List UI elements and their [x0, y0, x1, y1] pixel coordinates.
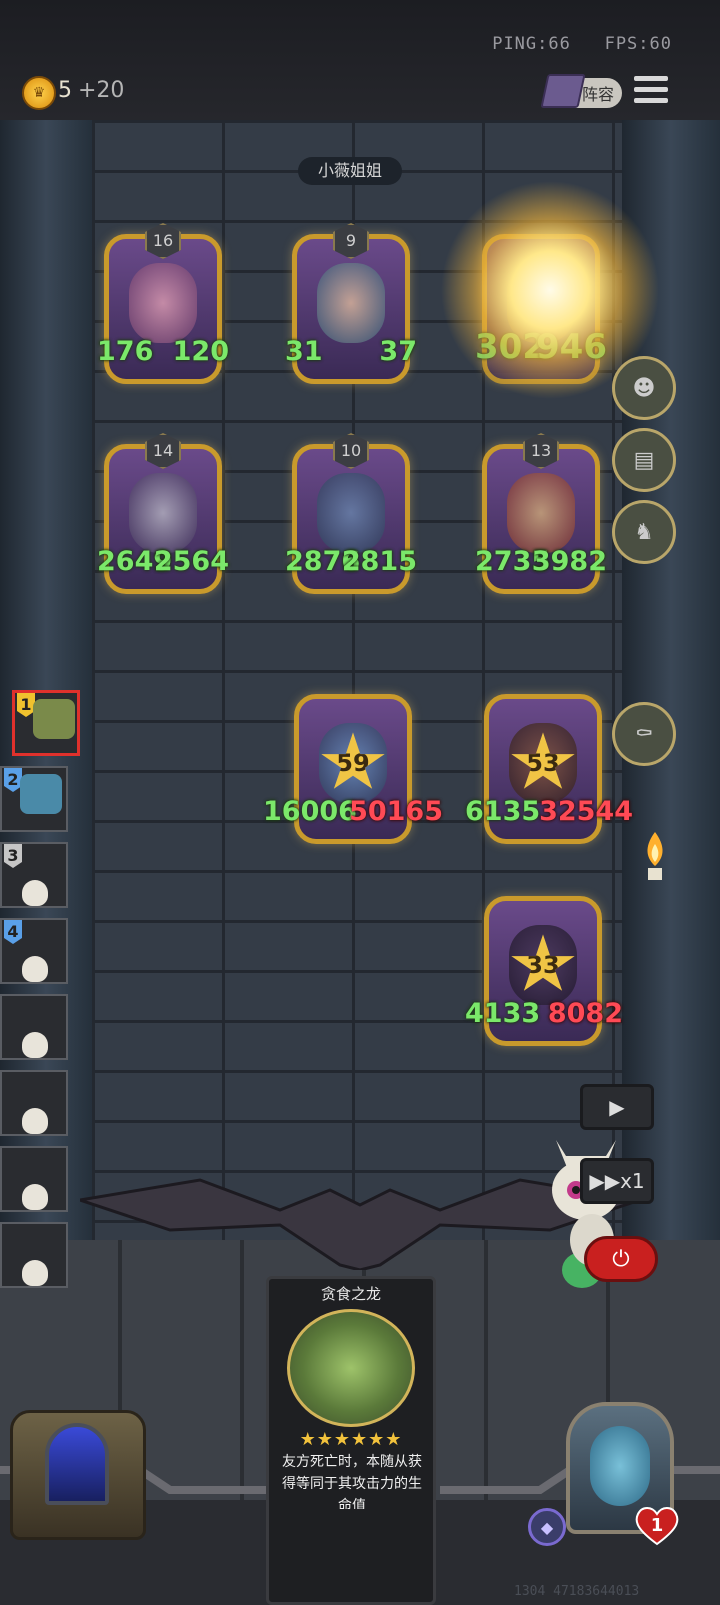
gold-bonus: +20 [78, 78, 125, 103]
play-button[interactable]: ▶ [580, 1084, 654, 1130]
power-button[interactable]: ⏻ [584, 1236, 658, 1282]
attack-value: 31 [285, 336, 323, 367]
attack-value: 176 [97, 336, 154, 367]
lives-badge: 1 [634, 1504, 680, 1546]
hero-portrait [590, 1426, 650, 1506]
attack-value: 6135 [465, 796, 541, 827]
player-avatar [33, 699, 75, 739]
tavern-portal-button[interactable] [10, 1410, 146, 1540]
imp-minion-icon[interactable]: ☻ [612, 356, 676, 420]
card-name: 贪食之龙 [320, 1285, 381, 1303]
health-value: 2564 [153, 546, 229, 577]
power-icon: ⏻ [612, 1246, 630, 1272]
turn-order-slot-5[interactable] [0, 994, 68, 1060]
torch-flame-icon [647, 832, 663, 880]
shield-icon: ◆ [528, 1508, 566, 1546]
order-number: 4 [4, 920, 22, 944]
health-value: 32544 [539, 796, 633, 827]
attack-value: 16006 [263, 796, 357, 827]
gold-coin-icon: ♛ [22, 76, 56, 110]
game-scene: PING:66 FPS:60 ♛ 5 +20 阵容 小薇姐姐 16 176 120… [0, 0, 720, 1605]
card-stars: ★★★★★★ [299, 1429, 403, 1450]
speed-button[interactable]: ▶▶x1 [580, 1158, 654, 1204]
knight-icon[interactable]: ♞ [612, 500, 676, 564]
opponent-minion-6[interactable]: 13 2735 3982 [475, 433, 607, 594]
gold-counter: 5 +20 [58, 78, 124, 103]
minion-portrait [317, 473, 385, 553]
menu-icon[interactable] [634, 76, 668, 104]
minion-portrait [129, 263, 197, 343]
lineup-button[interactable]: 阵容 [540, 74, 622, 108]
minion-portrait [129, 473, 197, 553]
lives-value: 1 [650, 1514, 664, 1536]
lineup-label: 阵容 [581, 85, 614, 104]
play-icon: ▶ [609, 1095, 625, 1119]
health-value: 37 [379, 336, 417, 367]
opponent-minion-4[interactable]: 14 2649 2564 [97, 433, 229, 594]
minion-card-tooltip: 贪食之龙 ★★★★★★ 友方死亡时，本随从获得等同于其攻击力的生命值 [266, 1276, 436, 1605]
opponent-name: 小薇姐姐 [298, 157, 402, 185]
minion-portrait [317, 263, 385, 343]
opponent-minion-1[interactable]: 16 176 120 [97, 223, 229, 384]
skull-icon [22, 1032, 48, 1058]
skull-icon [22, 1184, 48, 1210]
order-number: 3 [4, 844, 22, 868]
player-minion-2[interactable]: 53 6135 32544 [465, 694, 633, 844]
coffin-icon[interactable]: ⚰ [612, 702, 676, 766]
health-value: 8082 [547, 998, 623, 1029]
player-avatar [20, 774, 62, 814]
turn-order-slot-3[interactable]: 3 [0, 842, 68, 908]
money-stack-icon[interactable]: ▤ [612, 428, 676, 492]
skull-icon [22, 1108, 48, 1134]
card-art [287, 1309, 415, 1427]
health-value: 2815 [341, 546, 417, 577]
turn-order-slot-7[interactable] [0, 1146, 68, 1212]
skull-icon [22, 1260, 48, 1286]
minion-portrait [507, 473, 575, 553]
player-minion-3[interactable]: 33 4133 8082 [465, 896, 623, 1046]
health-value: 50165 [349, 796, 443, 827]
session-id: 1304 47183644013 [514, 1584, 640, 1599]
attack-value: 4133 [465, 998, 541, 1029]
health-value: 120 [172, 336, 229, 367]
health-value: 3982 [531, 546, 607, 577]
skull-icon [22, 956, 48, 982]
top-bar: PING:66 FPS:60 ♛ 5 +20 阵容 [0, 0, 720, 120]
network-stats: PING:66 FPS:60 [492, 34, 672, 54]
turn-order-slot-6[interactable] [0, 1070, 68, 1136]
opponent-minion-2[interactable]: 9 31 37 [285, 223, 417, 384]
turn-order-slot-8[interactable] [0, 1222, 68, 1288]
speed-label: ▶▶x1 [589, 1169, 645, 1193]
player-minion-1[interactable]: 59 16006 50165 [263, 694, 443, 844]
gold-value: 5 [58, 78, 72, 103]
skull-icon [22, 880, 48, 906]
turn-order-slot-2[interactable]: 2 [0, 766, 68, 832]
portal-arch-icon [45, 1423, 109, 1505]
turn-order-slot-1[interactable]: 1 [12, 690, 80, 756]
turn-order-slot-4[interactable]: 4 [0, 918, 68, 984]
opponent-minion-5[interactable]: 10 2876 2815 [285, 433, 417, 594]
card-description: 友方死亡时，本随从获得等同于其攻击力的生命值 [282, 1454, 422, 1509]
book-icon [540, 74, 586, 108]
